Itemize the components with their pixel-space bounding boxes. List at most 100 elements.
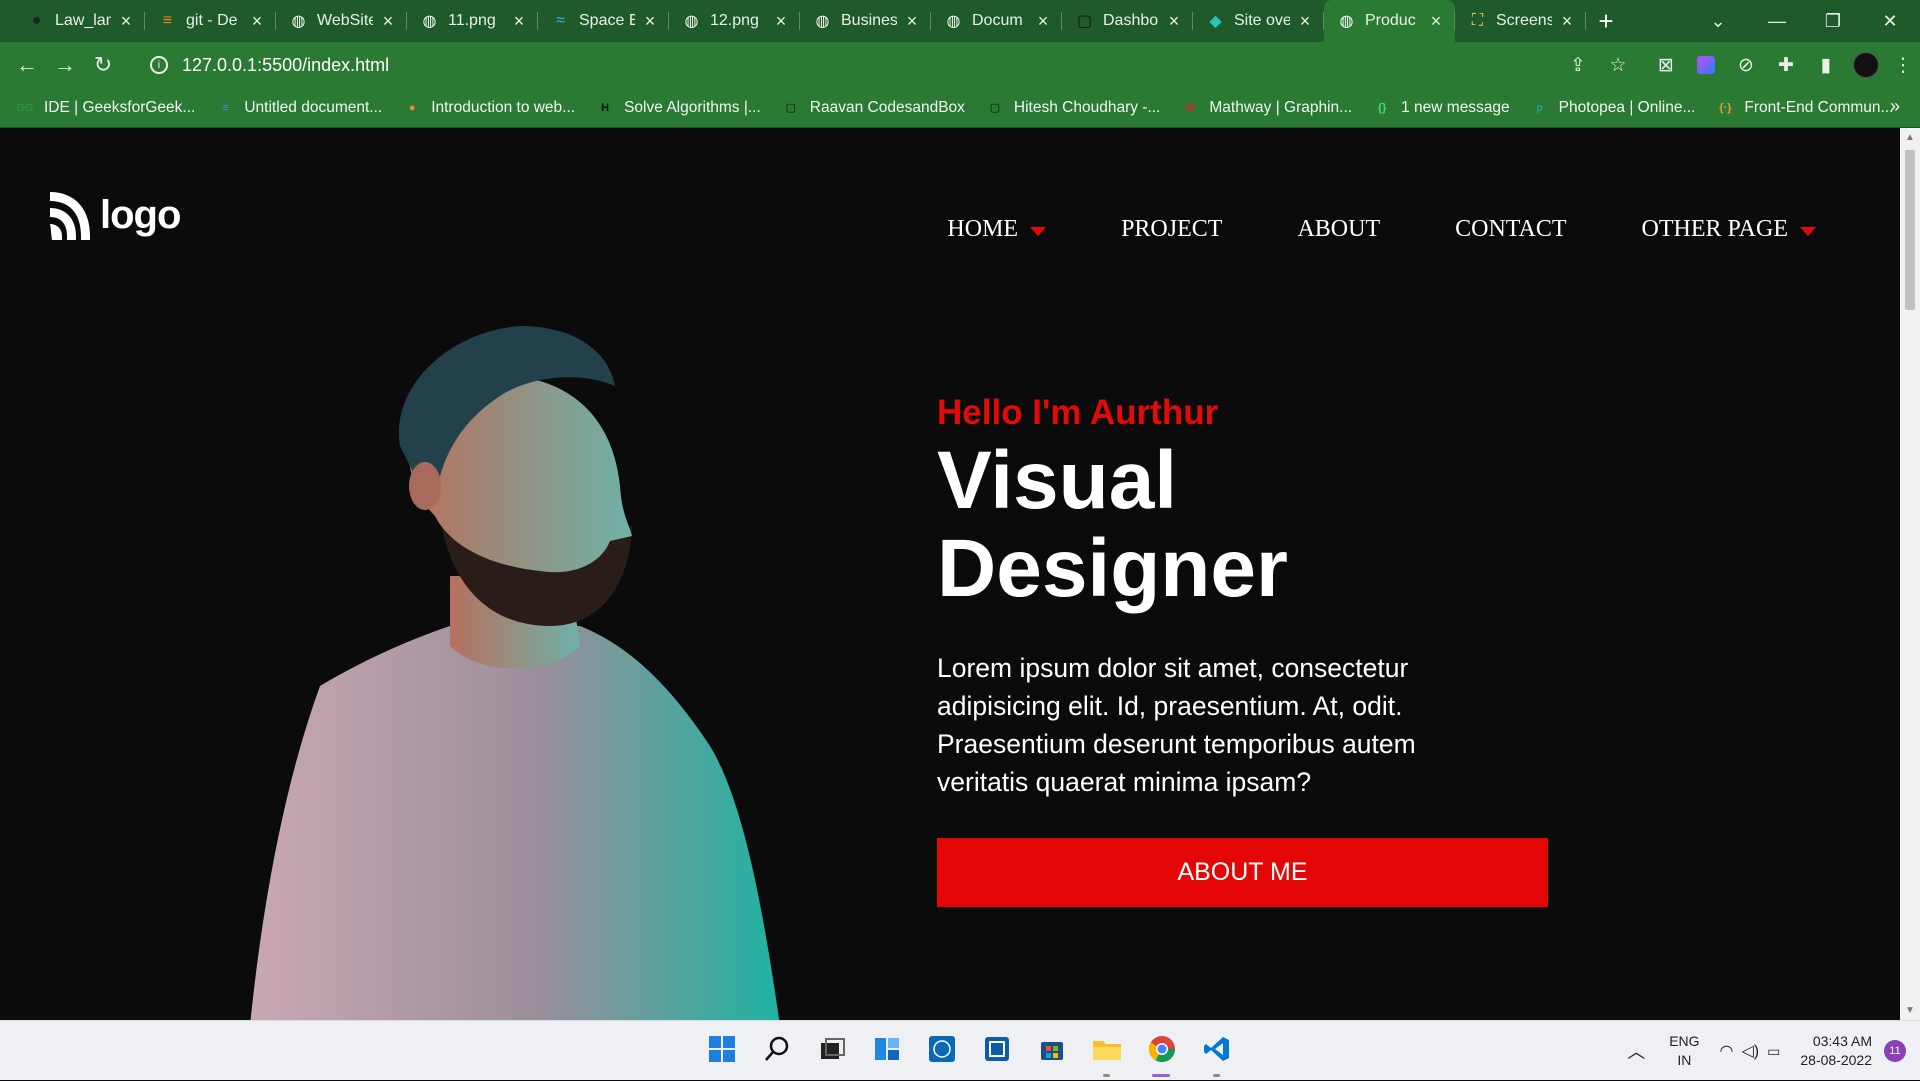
bookmark-label: 1 new message bbox=[1401, 98, 1510, 116]
browser-tab[interactable]: ◆ Site ove × bbox=[1193, 0, 1324, 42]
nav-item-contact[interactable]: CONTACT bbox=[1455, 216, 1566, 243]
browser-tab[interactable]: ▢ Dashbo × bbox=[1062, 0, 1193, 42]
bookmark-item[interactable]: {·} Front-End Commun... bbox=[1716, 99, 1893, 117]
more-bookmarks-button[interactable]: » bbox=[1890, 96, 1900, 117]
restore-icon[interactable]: ❐ bbox=[1803, 0, 1863, 42]
menu-kebab-icon[interactable]: ⋮ bbox=[1886, 42, 1920, 88]
url-text[interactable]: 127.0.0.1:5500/index.html bbox=[182, 55, 389, 76]
minimize-icon[interactable]: — bbox=[1747, 0, 1807, 42]
vscode-icon bbox=[1203, 1035, 1231, 1068]
bookmark-item[interactable]: GG IDE | GeeksforGeek... bbox=[16, 99, 195, 117]
tab-title: git - De bbox=[186, 12, 238, 29]
tab-close-icon[interactable]: × bbox=[248, 11, 266, 32]
tab-close-icon[interactable]: × bbox=[772, 11, 790, 32]
photopea-icon: p bbox=[1536, 101, 1544, 114]
browser-tab[interactable]: ◍ Docum × bbox=[931, 0, 1062, 42]
address-bar[interactable]: i 127.0.0.1:5500/index.html bbox=[136, 47, 1616, 83]
tab-title: Dashbo bbox=[1103, 12, 1159, 29]
taskbar-app-search[interactable] bbox=[749, 1021, 804, 1081]
nav-item-other-page[interactable]: OTHER PAGE bbox=[1642, 216, 1816, 243]
tab-close-icon[interactable]: × bbox=[117, 11, 135, 32]
browser-tab[interactable]: ◍ 12.png × bbox=[669, 0, 800, 42]
hackerrank-icon: H bbox=[601, 101, 610, 114]
bookmark-item[interactable]: ▢ Raavan CodesandBox bbox=[782, 99, 965, 117]
hero-title-line2: Designer bbox=[937, 523, 1288, 614]
page-scrollbar[interactable]: ▲ ▼ bbox=[1900, 128, 1920, 1020]
tab-title: 11.png bbox=[448, 12, 496, 29]
scrollbar-thumb[interactable] bbox=[1905, 150, 1915, 310]
tab-close-icon[interactable]: × bbox=[1296, 11, 1314, 32]
volume-icon[interactable]: ◁) bbox=[1742, 1041, 1760, 1061]
share-icon[interactable]: ⇪ bbox=[1558, 42, 1598, 88]
bookmark-item[interactable]: ▢ Hitesh Choudhary -... bbox=[986, 99, 1161, 117]
scroll-up-arrow[interactable]: ▲ bbox=[1900, 132, 1920, 143]
reload-icon[interactable]: ↻ bbox=[84, 47, 122, 83]
clock-time: 03:43 AM bbox=[1812, 1033, 1872, 1049]
taskbar-app-windows-start[interactable] bbox=[694, 1021, 749, 1081]
tab-search-icon[interactable]: ⌄ bbox=[1688, 0, 1748, 42]
bookmark-label: Photopea | Online... bbox=[1558, 98, 1696, 116]
clock[interactable]: 03:43 AM 28-08-2022 bbox=[1800, 1032, 1872, 1070]
bookmark-item[interactable]: M Mathway | Graphin... bbox=[1181, 99, 1352, 117]
site-info-icon[interactable]: i bbox=[150, 56, 168, 74]
notification-badge[interactable]: 11 bbox=[1884, 1040, 1906, 1062]
scroll-down-arrow[interactable]: ▼ bbox=[1900, 1005, 1920, 1016]
browser-tab[interactable]: ◍ Produc × bbox=[1324, 0, 1455, 42]
wifi-icon[interactable]: ◠ bbox=[1720, 1041, 1734, 1061]
tab-close-icon[interactable]: × bbox=[510, 11, 528, 32]
browser-tab[interactable]: ◍ WebSite × bbox=[276, 0, 407, 42]
bookmarks-bar: GG IDE | GeeksforGeek... ≡ Untitled documen… bbox=[0, 88, 1920, 128]
nav-item-home[interactable]: HOME bbox=[947, 216, 1047, 243]
tab-close-icon[interactable]: × bbox=[379, 11, 397, 32]
bookmark-item[interactable]: {} 1 new message bbox=[1373, 99, 1510, 117]
taskbar-app-remote[interactable] bbox=[969, 1021, 1024, 1081]
tab-title: 12.png bbox=[710, 12, 759, 29]
browser-tab[interactable]: ≡ git - De × bbox=[145, 0, 276, 42]
language-indicator[interactable]: ENG IN bbox=[1669, 1032, 1699, 1070]
extensions-puzzle-icon[interactable]: ✚ bbox=[1766, 42, 1806, 88]
battery-icon[interactable]: ▭ bbox=[1767, 1043, 1780, 1060]
browser-tab[interactable]: ◍ 11.png × bbox=[407, 0, 538, 42]
taskbar-app-vscode[interactable] bbox=[1189, 1021, 1244, 1081]
bookmark-star-icon[interactable]: ☆ bbox=[1598, 42, 1638, 88]
browser-tab[interactable]: ◍ Busines × bbox=[800, 0, 931, 42]
taskbar-app-file-explorer[interactable] bbox=[1079, 1021, 1134, 1081]
tab-title: WebSite bbox=[317, 12, 373, 29]
tab-close-icon[interactable]: × bbox=[903, 11, 921, 32]
tray-chevron-icon[interactable]: ︿ bbox=[1627, 1038, 1645, 1064]
tab-strip: ● Law_lan × ≡ git - De × ◍ WebSite × ◍ 11.png × ≈ Spa… bbox=[0, 0, 1920, 42]
bookmark-item[interactable]: ≡ Untitled document... bbox=[216, 99, 382, 117]
bookmark-item[interactable]: p Photopea | Online... bbox=[1531, 98, 1696, 117]
browser-tab[interactable]: ⛶ Screens × bbox=[1455, 0, 1586, 42]
new-tab-button[interactable]: + bbox=[1586, 0, 1626, 42]
tab-close-icon[interactable]: × bbox=[1558, 11, 1576, 32]
tab-close-icon[interactable]: × bbox=[641, 11, 659, 32]
bookmark-item[interactable]: ● Introduction to web... bbox=[403, 99, 575, 117]
logo-text: logo bbox=[100, 192, 181, 237]
site-logo[interactable]: logo bbox=[48, 188, 181, 242]
taskbar-app-chrome[interactable] bbox=[1134, 1021, 1189, 1081]
docs-icon: ≡ bbox=[222, 101, 229, 114]
forward-icon[interactable]: → bbox=[46, 47, 84, 83]
nav-item-about[interactable]: ABOUT bbox=[1297, 216, 1380, 243]
tab-close-icon[interactable]: × bbox=[1427, 11, 1445, 32]
browser-tab[interactable]: ● Law_lan × bbox=[14, 0, 145, 42]
browser-tab[interactable]: ≈ Space E × bbox=[538, 0, 669, 42]
tab-title: Law_lan bbox=[55, 12, 111, 29]
about-me-button[interactable]: ABOUT ME bbox=[937, 838, 1548, 907]
bookmark-item[interactable]: H Solve Algorithms |... bbox=[596, 99, 761, 117]
compass-icon[interactable]: ⊘ bbox=[1726, 42, 1766, 88]
back-icon[interactable]: ← bbox=[8, 47, 46, 83]
extension-color-icon[interactable] bbox=[1686, 42, 1726, 88]
profile-avatar[interactable] bbox=[1846, 42, 1886, 88]
taskbar-app-dell[interactable] bbox=[914, 1021, 969, 1081]
tab-close-icon[interactable]: × bbox=[1034, 11, 1052, 32]
nav-item-project[interactable]: PROJECT bbox=[1121, 216, 1222, 243]
side-panel-icon[interactable]: ▮ bbox=[1806, 42, 1846, 88]
tab-close-icon[interactable]: × bbox=[1165, 11, 1183, 32]
extension-x-icon[interactable]: ⊠ bbox=[1646, 42, 1686, 88]
taskbar-app-widgets[interactable] bbox=[859, 1021, 914, 1081]
taskbar-app-store[interactable] bbox=[1024, 1021, 1079, 1081]
taskbar-app-task-view[interactable] bbox=[804, 1021, 859, 1081]
window-close-icon[interactable]: ✕ bbox=[1860, 0, 1920, 42]
